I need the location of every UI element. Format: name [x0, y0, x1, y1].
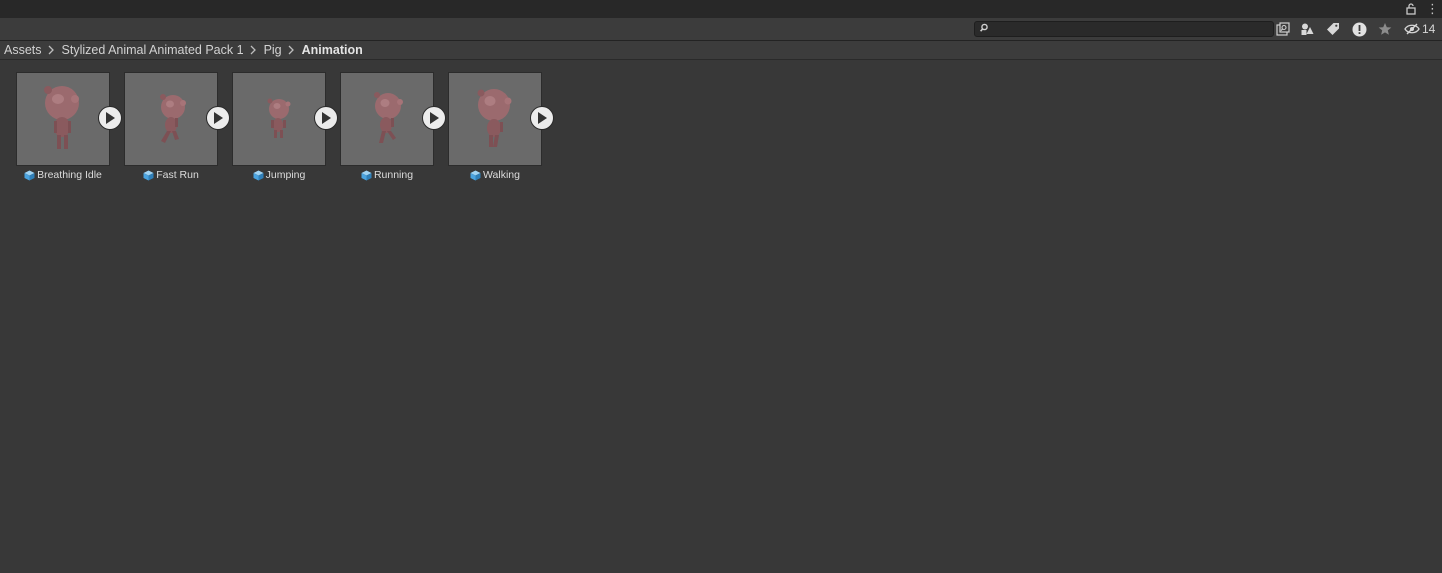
search-field[interactable] — [974, 21, 1274, 37]
chevron-right-icon — [250, 45, 258, 55]
model-cube-icon — [253, 170, 264, 180]
breadcrumb-stylized-pack[interactable]: Stylized Animal Animated Pack 1 — [62, 43, 244, 57]
play-icon — [322, 112, 331, 124]
breadcrumb-assets[interactable]: Assets — [4, 43, 42, 57]
pig-model-preview — [477, 89, 512, 147]
play-animation-button[interactable] — [314, 106, 338, 130]
lock-icon[interactable] — [1406, 3, 1416, 15]
play-icon — [538, 112, 547, 124]
breadcrumb-pig[interactable]: Pig — [264, 43, 282, 57]
play-animation-button[interactable] — [98, 106, 122, 130]
search-by-label-button[interactable] — [1323, 20, 1343, 38]
breadcrumb: Assets Stylized Animal Animated Pack 1 P… — [0, 41, 1442, 60]
model-cube-icon — [470, 170, 481, 180]
search-icon — [980, 23, 988, 32]
play-icon — [106, 112, 115, 124]
play-animation-button[interactable] — [422, 106, 446, 130]
pig-model-preview — [267, 98, 291, 138]
play-icon — [214, 112, 223, 124]
asset-thumbnail[interactable] — [448, 72, 542, 166]
star-icon — [1378, 23, 1392, 35]
asset-name: Fast Run — [156, 169, 199, 181]
pig-model-preview — [160, 94, 186, 143]
pig-model-preview — [374, 92, 403, 143]
chevron-right-icon — [288, 45, 296, 55]
search-input[interactable] — [991, 22, 1261, 36]
filter-by-type-button[interactable] — [1297, 20, 1317, 38]
shapes-filter-icon — [1301, 23, 1314, 35]
model-cube-icon — [24, 170, 35, 180]
asset-label[interactable]: Running — [334, 169, 440, 181]
hidden-packages-toggle[interactable]: 14 — [1404, 20, 1438, 38]
hidden-count: 14 — [1422, 22, 1436, 36]
asset-thumbnail[interactable] — [16, 72, 110, 166]
asset-label[interactable]: Walking — [442, 169, 548, 181]
play-icon — [430, 112, 439, 124]
search-by-type-button[interactable] — [1273, 20, 1293, 38]
asset-name: Breathing Idle — [37, 169, 102, 181]
eye-slash-icon — [1404, 23, 1420, 35]
asset-thumbnail[interactable] — [340, 72, 434, 166]
play-animation-button[interactable] — [206, 106, 230, 130]
favorites-button[interactable] — [1375, 20, 1395, 38]
chevron-right-icon — [48, 45, 56, 55]
issues-button[interactable] — [1349, 20, 1369, 38]
asset-name: Walking — [483, 169, 520, 181]
breadcrumb-animation[interactable]: Animation — [302, 43, 363, 57]
asset-name: Running — [373, 169, 414, 181]
asset-name: Jumping — [265, 169, 306, 181]
asset-label[interactable]: Jumping — [226, 169, 332, 181]
search-by-label-icon — [1327, 23, 1339, 35]
asset-thumbnail[interactable] — [232, 72, 326, 166]
model-cube-icon — [143, 170, 154, 180]
issues-icon — [1352, 22, 1366, 36]
project-toolbar: 14 — [0, 18, 1442, 41]
kebab-menu-icon[interactable]: ⋮ — [1426, 2, 1439, 16]
asset-label[interactable]: Breathing Idle — [10, 169, 116, 181]
asset-label[interactable]: Fast Run — [118, 169, 224, 181]
asset-thumbnail[interactable] — [124, 72, 218, 166]
search-by-type-icon — [1276, 22, 1290, 36]
window-title-bar: ⋮ — [0, 0, 1442, 18]
pig-model-preview — [44, 86, 79, 149]
play-animation-button[interactable] — [530, 106, 554, 130]
model-cube-icon — [361, 170, 372, 180]
